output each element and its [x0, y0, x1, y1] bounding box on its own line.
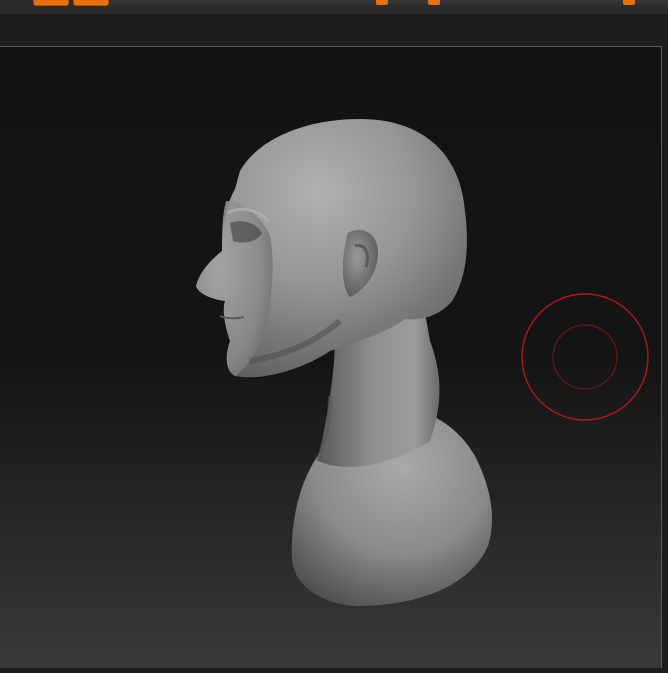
document-canvas[interactable]: [0, 46, 662, 669]
brush-outer-circle: [521, 293, 649, 421]
toolbar-button-1[interactable]: [33, 0, 69, 6]
toolbar-spacer: [0, 14, 668, 46]
slider-knob-2[interactable]: [428, 0, 440, 5]
zbrush-window: [0, 0, 668, 673]
brush-cursor: [521, 293, 649, 421]
bottom-gutter: [0, 668, 668, 673]
brush-inner-circle: [552, 324, 618, 390]
toolbar-button-2[interactable]: [73, 0, 109, 6]
slider-knob-3[interactable]: [623, 0, 635, 5]
toolbar-slider-track[interactable]: [110, 0, 668, 6]
right-gutter: [662, 46, 668, 673]
top-toolbar: [0, 0, 668, 15]
slider-knob-1[interactable]: [376, 0, 388, 5]
